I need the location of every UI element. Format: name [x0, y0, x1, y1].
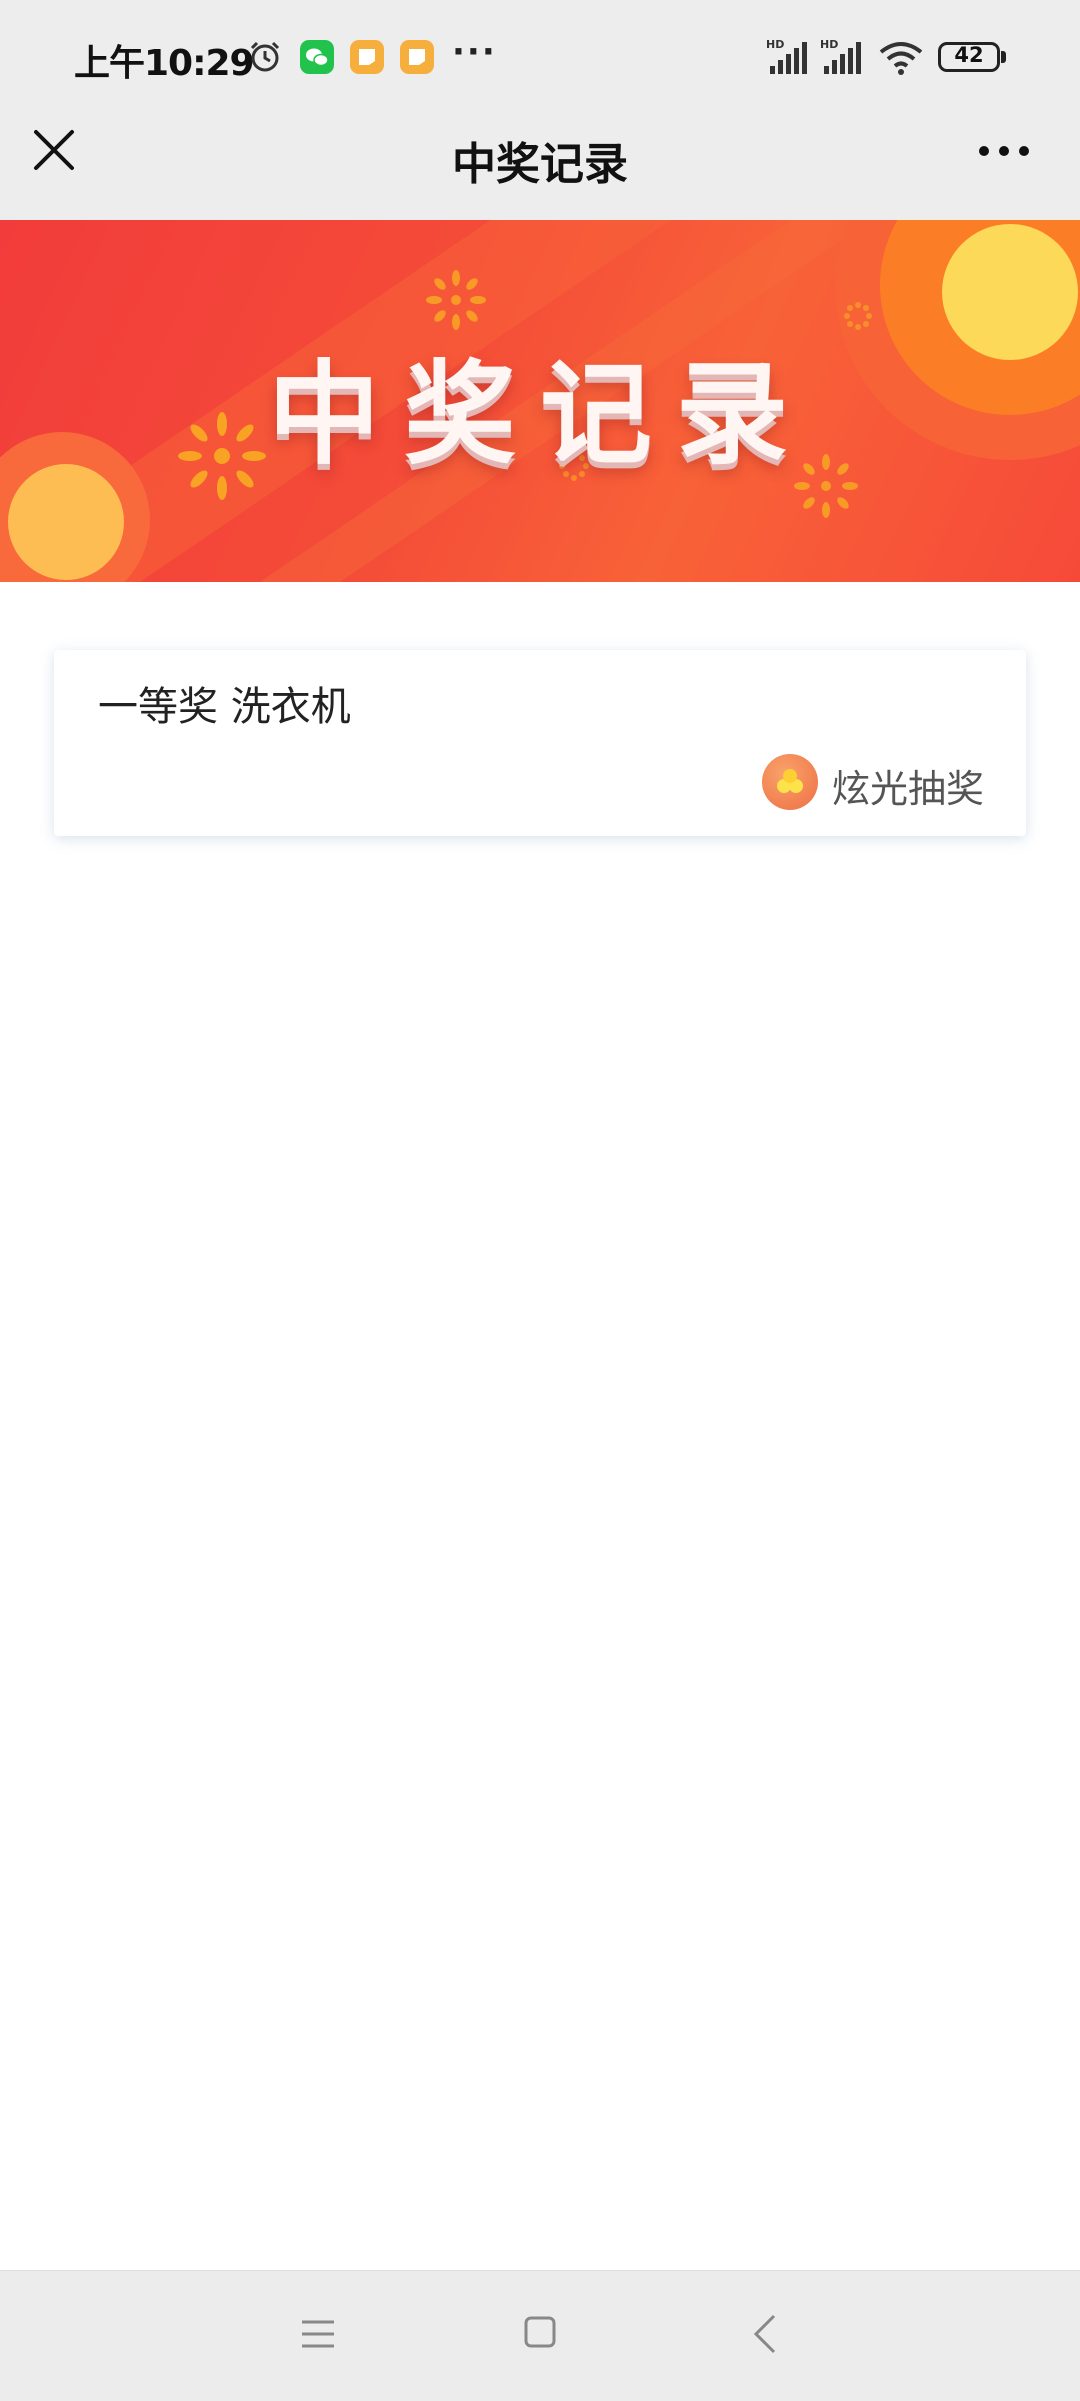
page-title: 中奖记录 — [452, 139, 628, 190]
battery-tip — [1001, 51, 1006, 63]
banner-title: 中奖记录 — [268, 350, 812, 480]
prize-name: 一等奖 洗衣机 — [98, 684, 351, 730]
hd-signal-icon: HD — [766, 38, 807, 74]
wifi-icon — [879, 42, 923, 75]
menu-icon[interactable] — [300, 2318, 336, 2350]
svg-text:HD: HD — [766, 38, 784, 51]
more-dots-icon: ··· — [452, 32, 497, 72]
home-icon[interactable] — [524, 2316, 556, 2348]
lottery-source-label: 炫光抽奖 — [832, 767, 985, 811]
back-icon[interactable] — [752, 2314, 778, 2354]
more-horizontal-icon[interactable] — [976, 140, 1032, 162]
hd-signal-icon: HD — [820, 38, 861, 74]
battery-icon: 42 — [938, 42, 1000, 72]
status-time: 上午10:29 — [74, 43, 255, 84]
notes-icon — [400, 40, 434, 74]
banner: 中奖记录 — [0, 220, 1080, 582]
svg-text:HD: HD — [820, 38, 838, 51]
notes-icon — [350, 40, 384, 74]
wechat-icon — [300, 40, 334, 74]
prize-record-card[interactable]: 一等奖 洗衣机 炫光抽奖 — [54, 650, 1026, 836]
alarm-icon — [250, 41, 280, 72]
lottery-app-icon — [762, 754, 818, 810]
battery-level: 42 — [954, 43, 984, 67]
